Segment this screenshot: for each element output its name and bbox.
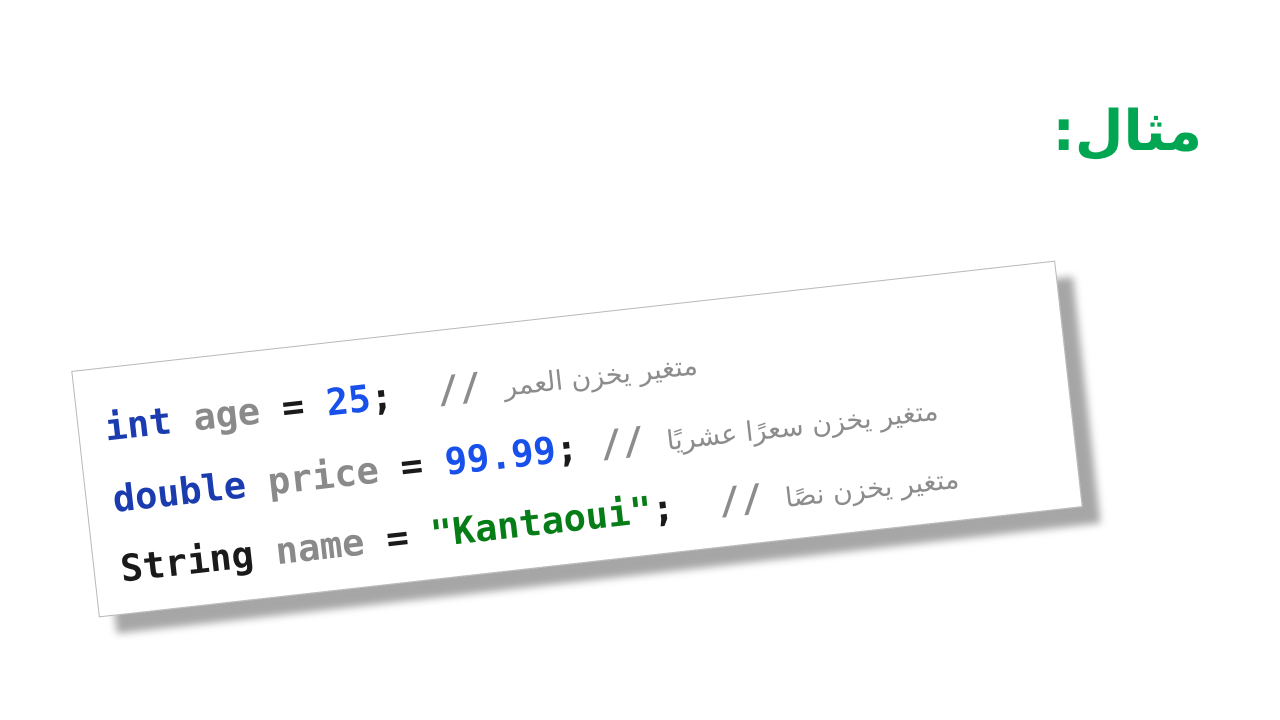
string-literal: "Kantaoui" xyxy=(428,488,655,556)
number-literal: 99.99 xyxy=(442,428,559,484)
comment-text: متغير يخزن نصًا xyxy=(783,463,961,515)
slide-title: مثال: xyxy=(1052,99,1202,164)
comment-text: متغير يخزن سعرًا عشريًا xyxy=(665,395,940,457)
variable-name: name xyxy=(273,520,367,574)
slide: مثال: int age = 25; // متغير يخزن العمر … xyxy=(0,0,1280,720)
type-keyword: String xyxy=(118,532,256,591)
code-snippet-image: int age = 25; // متغير يخزن العمر double… xyxy=(71,260,1083,618)
comment-marker: // xyxy=(434,364,484,413)
variable-name: price xyxy=(265,448,381,504)
type-keyword: double xyxy=(110,463,249,521)
type-keyword: int xyxy=(102,399,174,450)
comment-marker: // xyxy=(597,418,647,467)
variable-name: age xyxy=(190,389,263,440)
comment-text: متغير يخزن العمر xyxy=(502,350,700,403)
comment-marker: // xyxy=(716,475,766,524)
number-literal: 25 xyxy=(323,376,373,425)
